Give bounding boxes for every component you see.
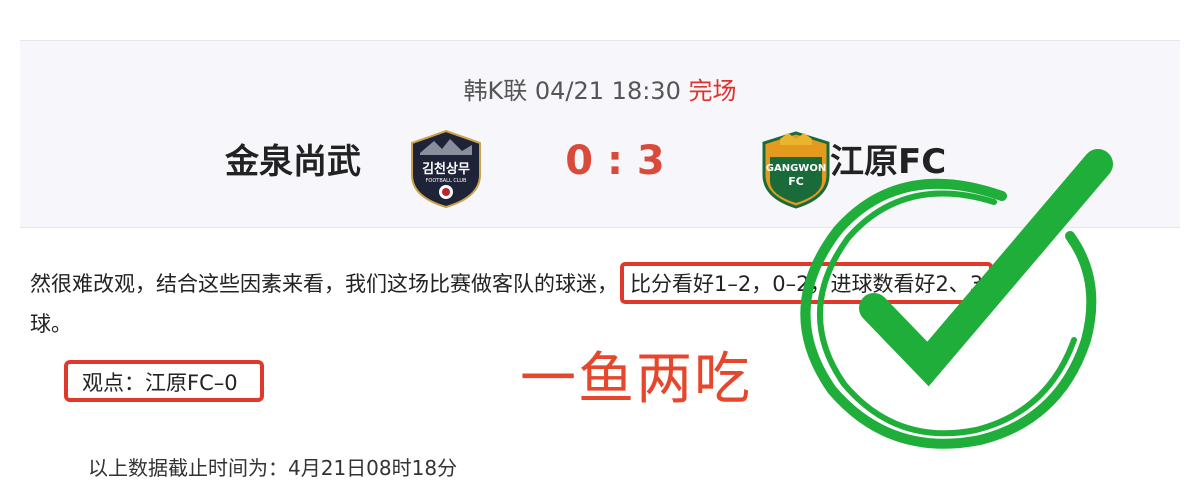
data-cutoff-note: 以上数据截止时间为：4月21日08时18分 bbox=[88, 456, 458, 480]
slogan-text: 一鱼两吃 bbox=[520, 347, 752, 412]
home-team-name[interactable]: 金泉尚武 bbox=[225, 145, 361, 179]
match-info: 韩K联 04/21 18:30 完场 bbox=[20, 71, 1180, 106]
green-check-icon bbox=[800, 149, 1113, 449]
home-logo-text: 김천상무 bbox=[422, 162, 470, 177]
match-status: 完场 bbox=[688, 77, 737, 105]
league-name: 韩K联 bbox=[463, 77, 528, 105]
viewpoint-box: 观点：江原FC–0 bbox=[64, 360, 264, 402]
match-score: 0 : 3 bbox=[565, 138, 665, 184]
paragraph-start: 然很难改观，结合这些因素来看，我们这场比赛做客队的球迷， bbox=[30, 272, 618, 296]
paragraph-end: 球。 bbox=[30, 312, 72, 336]
match-datetime: 04/21 18:30 bbox=[534, 77, 681, 105]
home-logo-sub: FOOTBALL CLUB bbox=[426, 178, 468, 184]
home-team-logo-icon[interactable]: 김천상무 FOOTBALL CLUB bbox=[408, 129, 484, 209]
